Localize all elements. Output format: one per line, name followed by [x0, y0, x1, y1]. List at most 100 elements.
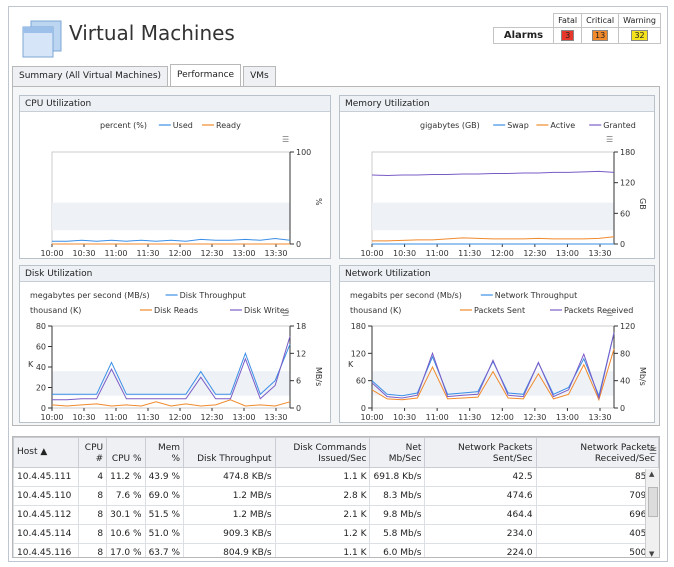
y-tick-label: 0: [620, 404, 625, 413]
y-tick-label: 18: [296, 322, 306, 331]
cpu-utilization-panel: CPU Utilization percent (%) Used Ready ☰ 0 10…: [19, 95, 331, 259]
page-title: Virtual Machines: [69, 21, 235, 45]
scroll-down-icon[interactable]: ▼: [649, 550, 654, 557]
x-tick-label: 12:00: [168, 249, 191, 258]
legend-unit-label: thousand (K): [350, 306, 401, 315]
table-cell: 804.9 KB/s: [183, 543, 276, 557]
y-tick-label: 80: [620, 349, 630, 358]
column-header[interactable]: Network Packets Sent/Sec: [424, 437, 537, 468]
x-tick-label: 10:30: [72, 413, 95, 422]
scroll-thumb[interactable]: [648, 487, 658, 517]
critical-header: Critical: [581, 13, 620, 28]
y-tick-label: 0: [361, 404, 366, 413]
table-cell: 85.3: [535, 467, 659, 487]
plot-area: [371, 325, 615, 409]
table-cell: 1.1 K: [274, 543, 371, 557]
table-cell: 4: [78, 467, 108, 487]
table-row[interactable]: 10.4.45.112 8 30.1 % 51.5 % 1.2 MB/s 2.1 K 9.8…: [13, 505, 659, 525]
table-cell: 11.2 %: [106, 467, 146, 487]
x-tick-label: 13:30: [588, 413, 611, 422]
table-cell: 69.0 %: [144, 486, 185, 506]
chart-options-icon: ☰: [282, 135, 289, 144]
y-tick-label: 60: [356, 377, 366, 386]
table-cell: 63.7 %: [144, 543, 185, 557]
tab-performance[interactable]: Performance: [170, 64, 242, 86]
grid-scrollbar[interactable]: ▲ ▼: [645, 469, 659, 557]
warning-count[interactable]: 32: [631, 30, 648, 41]
column-header[interactable]: Mem %: [144, 437, 185, 468]
column-header[interactable]: CPU #: [78, 437, 108, 468]
hosts-table: Host ▲ CPU # CPU % Mem % Disk Throughput Disk…: [13, 437, 659, 557]
memory-utilization-chart: gigabytes (GB) Swap Active Granted ☰ 0 60 120 18…: [360, 121, 647, 258]
table-cell: 500.0: [535, 543, 659, 557]
y-axis-label: MB/s: [314, 367, 323, 386]
y-tick-label: 120: [620, 322, 635, 331]
x-tick-label: 11:00: [426, 249, 449, 258]
column-header[interactable]: Disk Throughput: [183, 437, 276, 468]
x-tick-label: 11:00: [426, 413, 449, 422]
table-cell: 2.8 K: [274, 486, 371, 506]
tab-summary[interactable]: Summary (All Virtual Machines): [12, 66, 169, 86]
legend-unit-label: megabits per second (Mb/s): [350, 291, 462, 300]
panel-title: Disk Utilization: [20, 266, 330, 282]
table-cell: 709.1: [535, 486, 659, 506]
x-tick-label: 11:00: [104, 249, 127, 258]
warning-header: Warning: [618, 13, 661, 28]
hosts-grid: Host ▲ CPU # CPU % Mem % Disk Throughput Disk…: [12, 436, 660, 558]
column-header[interactable]: Net Mb/Sec: [369, 437, 426, 468]
column-header[interactable]: Host ▲: [13, 437, 80, 468]
legend-entry: Granted: [603, 121, 636, 130]
y-tick-label: 12: [296, 349, 306, 358]
column-header[interactable]: Disk Commands Issued/Sec: [274, 437, 371, 468]
memory-utilization-panel: Memory Utilization gigabytes (GB) Swap Act…: [339, 95, 655, 259]
x-tick-label: 13:00: [232, 413, 255, 422]
y-tick-label: 0: [296, 240, 301, 249]
table-cell: 1.1 K: [274, 467, 371, 487]
x-tick-label: 12:00: [168, 413, 191, 422]
table-cell: 1.2 MB/s: [183, 505, 276, 525]
y-axis-label: %: [314, 198, 323, 206]
column-header[interactable]: Network Packets Received/Sec: [535, 437, 659, 468]
panel-title: CPU Utilization: [20, 96, 330, 112]
y-tick-label: 0: [41, 404, 46, 413]
fatal-count[interactable]: 3: [561, 30, 575, 41]
column-header[interactable]: CPU %: [106, 437, 146, 468]
plot-area: [51, 325, 291, 409]
panel-title: Memory Utilization: [340, 96, 654, 112]
table-row[interactable]: 10.4.45.110 8 7.6 % 69.0 % 1.2 MB/s 2.8 K 8.3 …: [13, 486, 659, 506]
x-tick-label: 12:30: [523, 413, 546, 422]
table-cell: 224.0: [424, 543, 537, 557]
table-cell: 42.5: [424, 467, 537, 487]
table-cell: 1.2 K: [274, 524, 371, 544]
legend-entry: Swap: [507, 121, 529, 130]
table-row[interactable]: 10.4.45.116 8 17.0 % 63.7 % 804.9 KB/s 1.1 K6…: [13, 543, 659, 557]
table-cell: 464.4: [424, 505, 537, 525]
table-cell: 8: [78, 486, 108, 506]
table-cell: 51.5 %: [144, 505, 185, 525]
scroll-up-icon[interactable]: ▲: [649, 470, 654, 478]
tab-vms[interactable]: VMs: [243, 66, 276, 86]
table-cell: 691.8 Kb/s: [369, 467, 426, 487]
network-utilization-panel: Network Utilization megabits per second …: [339, 265, 655, 423]
x-tick-label: 13:30: [264, 249, 287, 258]
x-tick-label: 13:30: [264, 413, 287, 422]
table-cell: 405.6: [535, 524, 659, 544]
y-tick-label: 40: [620, 377, 630, 386]
alarms-label: Alarms: [492, 27, 555, 44]
y-axis-label: K: [28, 360, 34, 369]
y-tick-label: 0: [620, 240, 625, 249]
x-tick-label: 13:00: [556, 249, 579, 258]
x-tick-label: 10:00: [360, 413, 383, 422]
table-row[interactable]: 10.4.45.111 4 11.2 % 43.9 % 474.8 KB/s 1.1 K6…: [13, 467, 659, 487]
table-cell: 474.8 KB/s: [183, 467, 276, 487]
column-menu-icon[interactable]: ☰: [649, 447, 657, 457]
table-cell: 10.4.45.114: [13, 524, 80, 544]
y-tick-label: 40: [36, 363, 46, 372]
table-row[interactable]: 10.4.45.114 8 10.6 % 51.0 % 909.3 KB/s 1.2 K5…: [13, 524, 659, 544]
y-tick-label: 60: [36, 343, 46, 352]
critical-count[interactable]: 13: [592, 30, 609, 41]
table-cell: 696.4: [535, 505, 659, 525]
x-tick-label: 10:30: [72, 249, 95, 258]
legend-unit-label: thousand (K): [30, 306, 81, 315]
y-tick-label: 0: [296, 404, 301, 413]
